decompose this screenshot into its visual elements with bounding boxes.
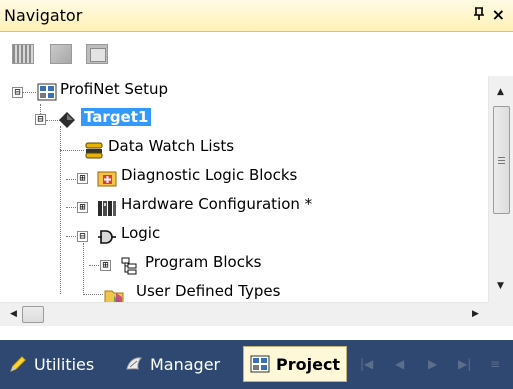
last-tab-icon[interactable]: ▶| — [458, 357, 471, 371]
panel-spacer — [0, 326, 513, 340]
vertical-scrollbar[interactable]: ▲ ▼ — [488, 76, 513, 302]
tree-connector — [60, 150, 84, 151]
pencil-icon — [8, 354, 28, 374]
close-icon[interactable]: × — [492, 5, 505, 24]
expand-toggle[interactable]: ⊞ — [77, 202, 88, 213]
user-types-folder-icon — [104, 290, 124, 302]
tree-connector — [60, 126, 61, 294]
expand-toggle[interactable]: ⊞ — [77, 173, 88, 184]
tree-item-user-defined-types[interactable]: User Defined Types — [136, 282, 280, 300]
scrollbar-corner — [488, 302, 513, 326]
tree-item-target1[interactable]: Target1 — [81, 108, 152, 126]
scroll-left-arrow-icon[interactable]: ◀ — [10, 309, 17, 319]
collapse-toggle[interactable]: ⊟ — [77, 231, 88, 242]
watch-lists-icon — [85, 142, 103, 159]
pin-icon[interactable] — [473, 7, 485, 25]
program-blocks-icon — [121, 257, 137, 275]
project-tree: ⊟ ProfiNet Setup ⊟ Target1 Data Watch Li… — [0, 76, 488, 302]
bottom-tab-bar: Utilities Manager Project |◀ ◀ ▶ ▶| ≡ — [0, 340, 513, 389]
collapse-toggle[interactable]: ⊟ — [35, 114, 46, 125]
tree-connector — [23, 92, 36, 93]
tab-menu-icon[interactable]: ≡ — [490, 357, 500, 371]
grip-icon — [498, 157, 505, 164]
previous-tab-icon[interactable]: ◀ — [395, 357, 404, 371]
expand-toggle[interactable]: ⊞ — [100, 260, 111, 271]
first-tab-icon[interactable]: |◀ — [360, 357, 373, 371]
tab-label: Utilities — [34, 354, 95, 374]
tree-item-program-blocks[interactable]: Program Blocks — [145, 253, 261, 271]
tab-utilities[interactable]: Utilities — [8, 346, 94, 382]
network-config-icon — [37, 83, 57, 101]
hardware-config-icon — [98, 201, 116, 216]
vertical-scroll-thumb[interactable] — [493, 106, 510, 214]
scroll-down-arrow-icon[interactable]: ▼ — [497, 281, 504, 291]
logic-icon — [98, 230, 116, 244]
navigator-title-bar: Navigator × — [0, 0, 513, 32]
scroll-right-arrow-icon[interactable]: ▶ — [472, 309, 479, 319]
target-diamond-icon — [59, 112, 75, 128]
manager-icon — [124, 354, 144, 374]
project-icon — [250, 354, 270, 374]
scroll-up-arrow-icon[interactable]: ▲ — [497, 87, 504, 97]
tree-item-diagnostic-logic-blocks[interactable]: Diagnostic Logic Blocks — [121, 166, 297, 184]
tree-item-profinet-setup[interactable]: ProfiNet Setup — [60, 80, 168, 98]
tree-item-data-watch-lists[interactable]: Data Watch Lists — [108, 137, 234, 155]
horizontal-scroll-thumb[interactable] — [22, 306, 44, 323]
tree-connector — [83, 294, 103, 295]
tab-manager[interactable]: Manager — [124, 346, 220, 382]
panel-title: Navigator — [4, 6, 83, 25]
tree-connector — [83, 243, 84, 295]
collapse-toggle[interactable]: ⊟ — [12, 87, 23, 98]
tab-project[interactable]: Project — [243, 346, 348, 382]
tree-collapse-icon[interactable] — [50, 44, 72, 64]
tab-label: Manager — [150, 354, 221, 374]
next-tab-icon[interactable]: ▶ — [428, 357, 437, 371]
navigator-toolbar — [0, 32, 513, 76]
horizontal-scrollbar[interactable]: ◀ ▶ — [0, 302, 488, 326]
diagnostic-blocks-icon — [97, 171, 117, 187]
window-icon[interactable] — [86, 44, 108, 64]
tab-label: Project — [276, 354, 341, 374]
list-view-icon[interactable] — [12, 44, 34, 64]
tree-item-hardware-configuration[interactable]: Hardware Configuration * — [121, 195, 312, 213]
tree-item-logic[interactable]: Logic — [121, 224, 160, 242]
